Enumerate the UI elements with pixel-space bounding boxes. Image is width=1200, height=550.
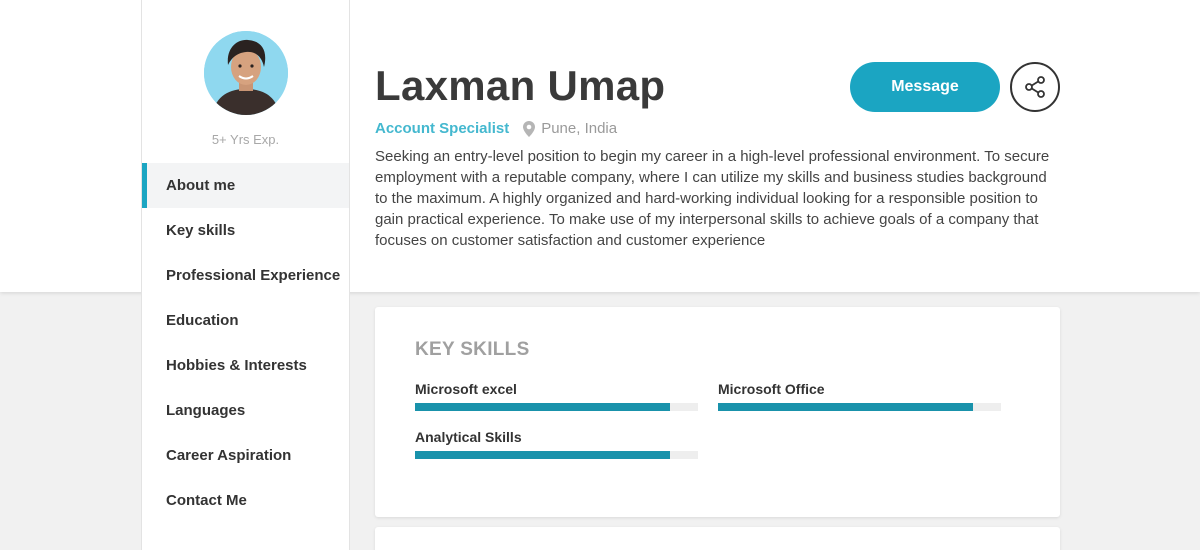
next-section-card bbox=[375, 527, 1060, 550]
sidebar-item-hobbies-interests[interactable]: Hobbies & Interests bbox=[142, 343, 349, 388]
skill-bar bbox=[415, 403, 698, 411]
sidebar-item-about-me[interactable]: About me bbox=[142, 163, 349, 208]
skill-bar bbox=[415, 451, 698, 459]
key-skills-title: KEY SKILLS bbox=[415, 339, 530, 360]
skill-item: Microsoft excel bbox=[415, 381, 698, 411]
skill-bar-fill bbox=[718, 403, 973, 411]
sidebar-item-key-skills[interactable]: Key skills bbox=[142, 208, 349, 253]
skill-name: Microsoft excel bbox=[415, 381, 517, 397]
profile-subtitle: Account Specialist Pune, India bbox=[375, 120, 617, 137]
sidebar-item-career-aspiration[interactable]: Career Aspiration bbox=[142, 433, 349, 478]
profile-location: Pune, India bbox=[541, 120, 618, 137]
sidebar: 5+ Yrs Exp. About me Key skills Professi… bbox=[141, 0, 350, 550]
skill-name: Microsoft Office bbox=[718, 381, 825, 397]
sidebar-item-education[interactable]: Education bbox=[142, 298, 349, 343]
sidebar-item-languages[interactable]: Languages bbox=[142, 388, 349, 433]
skill-bar bbox=[718, 403, 1001, 411]
profile-role: Account Specialist bbox=[375, 120, 510, 137]
experience-label: 5+ Yrs Exp. bbox=[211, 132, 280, 147]
sidebar-item-contact-me[interactable]: Contact Me bbox=[142, 478, 349, 523]
share-button[interactable] bbox=[1010, 62, 1060, 112]
profile-name: Laxman Umap bbox=[375, 62, 666, 109]
skill-bar-fill bbox=[415, 403, 670, 411]
share-icon bbox=[1025, 76, 1045, 98]
avatar bbox=[204, 31, 288, 115]
skill-name: Analytical Skills bbox=[415, 429, 522, 445]
skill-bar-fill bbox=[415, 451, 670, 459]
message-button[interactable]: Message bbox=[850, 62, 1000, 112]
location-pin-icon bbox=[523, 120, 536, 137]
sidebar-nav: About me Key skills Professional Experie… bbox=[142, 163, 349, 523]
profile-bio: Seeking an entry-level position to begin… bbox=[375, 148, 1050, 249]
skill-item: Analytical Skills bbox=[415, 429, 698, 459]
sidebar-item-professional-experience[interactable]: Professional Experience bbox=[142, 253, 349, 298]
profile-header: Laxman Umap Account Specialist Pune, Ind… bbox=[375, 0, 1060, 292]
key-skills-card: KEY SKILLS Microsoft excel Microsoft Off… bbox=[375, 307, 1060, 517]
skill-item: Microsoft Office bbox=[718, 381, 1001, 411]
